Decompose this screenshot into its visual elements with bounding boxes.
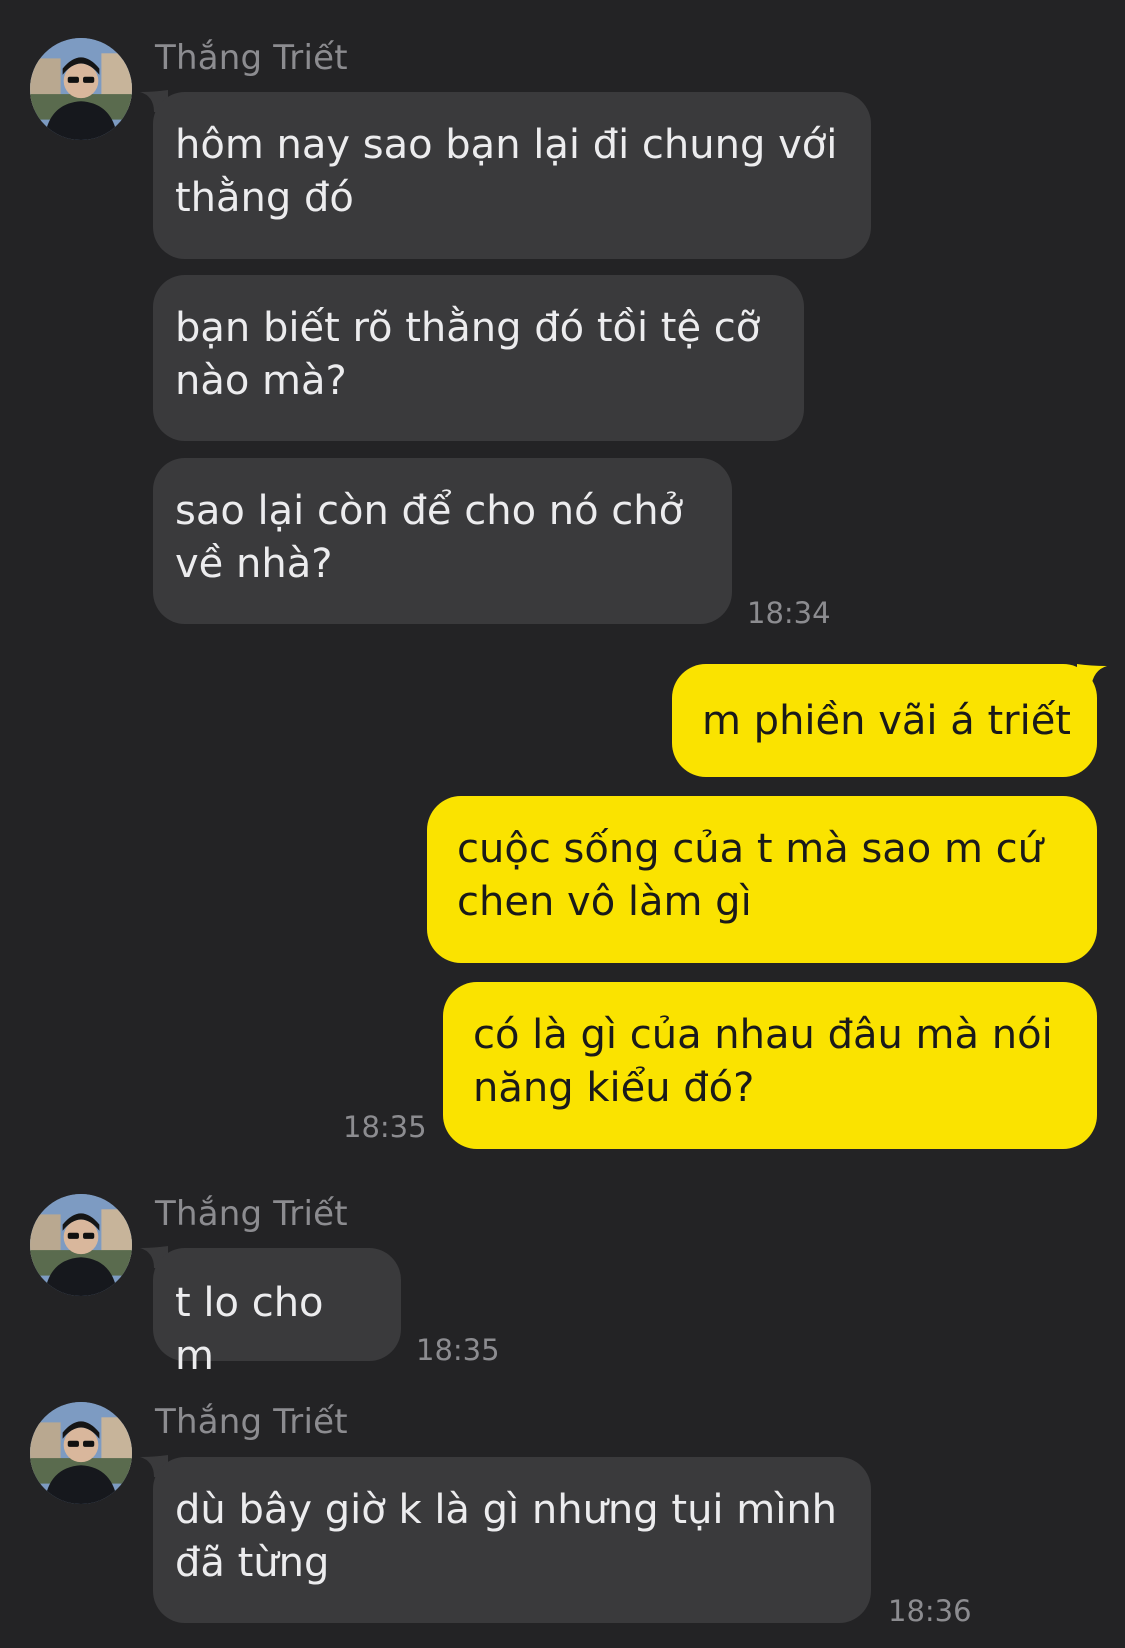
message-line: có là gì của nhau đâu mà nói [473,1012,1053,1058]
contact-avatar[interactable] [30,1402,132,1504]
message-line: chen vô làm gì [457,879,752,925]
message-line: về nhà? [175,541,333,587]
sender-name: Thắng Triết [155,38,348,78]
message-line: nào mà? [175,358,347,404]
contact-avatar[interactable] [30,1194,132,1296]
message-bubble[interactable]: hôm nay sao bạn lại đi chung với thằng đ… [153,92,871,259]
message-bubble[interactable]: dù bây giờ k là gì nhưng tụi mình đã từn… [153,1457,871,1623]
message-line: năng kiểu đó? [473,1065,755,1111]
message-bubble[interactable]: có là gì của nhau đâu mà nói năng kiểu đ… [443,982,1097,1149]
message-bubble[interactable]: sao lại còn để cho nó chở về nhà? [153,458,732,624]
profile-photo-icon [30,1194,132,1296]
message-bubble[interactable]: m phiền vãi á triết [672,664,1097,777]
message-timestamp: 18:34 [747,596,831,630]
profile-photo-icon [30,38,132,140]
message-line: hôm nay sao bạn lại đi chung với [175,122,838,168]
message-bubble[interactable]: t lo cho m [153,1248,401,1379]
message-line: đã từng [175,1540,330,1586]
profile-photo-icon [30,1402,132,1504]
message-line: m phiền vãi á triết [702,698,1071,744]
message-line: bạn biết rõ thằng đó tồi tệ cỡ [175,305,761,351]
message-bubble[interactable]: bạn biết rõ thằng đó tồi tệ cỡ nào mà? [153,275,804,441]
chat-screen: Thắng Triết hôm nay sao bạn lại đi chung… [0,0,1125,1648]
message-line: sao lại còn để cho nó chở [175,488,684,534]
message-line: thằng đó [175,175,354,221]
message-line: dù bây giờ k là gì nhưng tụi mình [175,1487,838,1533]
contact-avatar[interactable] [30,38,132,140]
message-timestamp: 18:36 [888,1594,972,1628]
message-timestamp: 18:35 [416,1333,500,1367]
sender-name: Thắng Triết [155,1194,348,1234]
message-bubble[interactable]: cuộc sống của t mà sao m cứ chen vô làm … [427,796,1097,963]
message-timestamp: 18:35 [343,1110,427,1144]
message-line: cuộc sống của t mà sao m cứ [457,826,1044,872]
message-line: t lo cho m [175,1280,324,1379]
sender-name: Thắng Triết [155,1402,348,1442]
